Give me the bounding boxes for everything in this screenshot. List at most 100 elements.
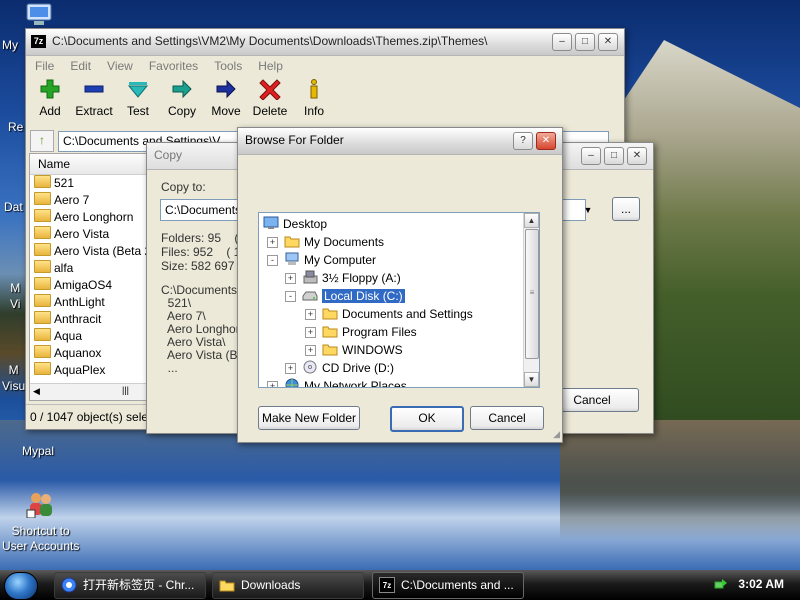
folder-icon xyxy=(34,345,51,358)
expand-toggle[interactable]: + xyxy=(285,273,296,284)
cd-icon xyxy=(302,360,318,374)
menu-favorites[interactable]: Favorites xyxy=(149,59,198,73)
taskbar-item-downloads[interactable]: Downloads xyxy=(212,572,364,599)
tree-item-desktop[interactable]: Desktop xyxy=(263,215,327,233)
scroll-thumb[interactable]: ≡ xyxy=(525,229,539,359)
collapse-toggle[interactable]: - xyxy=(267,255,278,266)
folder-icon xyxy=(219,577,235,593)
desktop-icon-label[interactable]: My xyxy=(2,38,18,52)
tree-item-documents-and-settings[interactable]: + Documents and Settings xyxy=(305,305,473,323)
expand-toggle[interactable]: + xyxy=(285,363,296,374)
copy-minimize-button[interactable]: – xyxy=(581,147,601,165)
main-titlebar[interactable]: 7z C:\Documents and Settings\VM2\My Docu… xyxy=(26,29,624,56)
expand-toggle[interactable]: + xyxy=(267,237,278,248)
list-item[interactable]: Aero Vista (Beta 2) xyxy=(30,243,155,260)
mypal-desktop-label[interactable]: Mypal xyxy=(22,444,54,458)
horizontal-scrollbar[interactable]: ◀ ||| xyxy=(30,383,146,400)
desktop-icon-label[interactable]: M Vi xyxy=(10,280,20,312)
copy-close-button[interactable]: ✕ xyxy=(627,147,647,165)
delete-x-icon xyxy=(250,78,290,104)
tree-item-local-disk-c[interactable]: - Local Disk (C:) xyxy=(285,287,406,305)
desktop-icon xyxy=(263,216,279,230)
browse-titlebar[interactable]: Browse For Folder ? ✕ xyxy=(238,128,562,155)
list-item[interactable]: Aero 7 xyxy=(30,192,148,209)
list-item[interactable]: AmigaOS4 xyxy=(30,277,148,294)
delete-button[interactable]: Delete xyxy=(250,78,290,118)
expand-toggle[interactable]: + xyxy=(267,381,278,387)
list-item[interactable]: 521 xyxy=(30,175,148,192)
minimize-button[interactable]: – xyxy=(552,33,572,51)
add-button[interactable]: Add xyxy=(30,78,70,118)
make-new-folder-button[interactable]: Make New Folder xyxy=(258,406,360,430)
desktop-icon-label[interactable]: Dat xyxy=(4,200,23,214)
extract-button[interactable]: Extract xyxy=(74,78,114,118)
list-item[interactable]: Anthracit xyxy=(30,311,148,328)
list-item[interactable]: AnthLight xyxy=(30,294,148,311)
tree-item-program-files[interactable]: + Program Files xyxy=(305,323,417,341)
list-item[interactable]: Aero Vista xyxy=(30,226,148,243)
menu-help[interactable]: Help xyxy=(258,59,283,73)
tree-item-my-documents[interactable]: + My Documents xyxy=(267,233,384,251)
copy-button[interactable]: Copy xyxy=(162,78,202,118)
computer-icon xyxy=(284,252,300,266)
tree-vertical-scrollbar[interactable]: ▲ ≡ ▼ xyxy=(523,213,539,387)
folder-icon xyxy=(34,277,51,290)
check-icon xyxy=(118,78,158,104)
list-item[interactable]: Aero Longhorn xyxy=(30,209,148,226)
list-item[interactable]: AquaPlex xyxy=(30,362,148,379)
taskbar-item-chrome[interactable]: 打开新标签页 - Chr... xyxy=(54,572,206,599)
test-button[interactable]: Test xyxy=(118,78,158,118)
desktop-icon-label[interactable]: M Visu xyxy=(2,362,25,394)
scroll-thumb[interactable]: ||| xyxy=(122,385,129,395)
user-accounts-icon[interactable] xyxy=(26,490,56,519)
expand-toggle[interactable]: + xyxy=(305,327,316,338)
tree-item-cd-drive[interactable]: + CD Drive (D:) xyxy=(285,359,394,377)
browse-cancel-button[interactable]: Cancel xyxy=(470,406,544,430)
scroll-left-arrow-icon[interactable]: ◀ xyxy=(33,386,40,397)
files-count: Files: 952 ( 19 xyxy=(161,245,248,259)
taskbar-item-label: C:\Documents and ... xyxy=(401,578,514,592)
ok-button[interactable]: OK xyxy=(390,406,464,432)
safely-remove-hardware-icon[interactable] xyxy=(714,577,728,591)
menu-view[interactable]: View xyxy=(107,59,133,73)
copy-dialog-title: Copy xyxy=(154,148,183,162)
menu-bar: File Edit View Favorites Tools Help xyxy=(26,56,624,76)
browse-close-button[interactable]: ✕ xyxy=(536,132,556,150)
copy-label: Copy xyxy=(167,104,196,118)
taskbar-item-7zip[interactable]: 7z C:\Documents and ... xyxy=(372,572,524,599)
expand-toggle[interactable]: + xyxy=(305,345,316,356)
help-button[interactable]: ? xyxy=(513,132,533,150)
list-item[interactable]: Aquanox xyxy=(30,345,148,362)
list-item[interactable]: Aqua xyxy=(30,328,148,345)
collapse-toggle[interactable]: - xyxy=(285,291,296,302)
menu-tools[interactable]: Tools xyxy=(214,59,242,73)
user-accounts-shortcut-label[interactable]: Shortcut to User Accounts xyxy=(2,524,79,554)
floppy-icon xyxy=(302,270,318,284)
desktop-icon-label[interactable]: Re xyxy=(8,120,23,134)
system-clock[interactable]: 3:02 AM xyxy=(738,577,784,591)
tree-item-my-computer[interactable]: - My Computer xyxy=(267,251,376,269)
browse-button[interactable]: ... xyxy=(612,197,640,221)
toolbar: Add Extract Test Copy Move Delete Info xyxy=(26,76,624,128)
info-button[interactable]: Info xyxy=(294,78,334,118)
expand-toggle[interactable]: + xyxy=(305,309,316,320)
menu-edit[interactable]: Edit xyxy=(70,59,91,73)
resize-grip-icon[interactable]: ◢ xyxy=(553,429,560,440)
my-computer-desktop-icon[interactable] xyxy=(24,3,54,27)
tree-item-floppy[interactable]: +3½ Floppy (A:) xyxy=(285,269,401,287)
move-button[interactable]: Move xyxy=(206,78,246,118)
tree-item-my-network-places[interactable]: + My Network Places xyxy=(267,377,407,387)
name-column-header[interactable]: Name xyxy=(30,154,148,175)
close-button[interactable]: ✕ xyxy=(598,33,618,51)
list-item[interactable]: alfa xyxy=(30,260,148,277)
copy-maximize-button[interactable]: □ xyxy=(604,147,624,165)
tree-item-windows[interactable]: + WINDOWS xyxy=(305,341,403,359)
menu-file[interactable]: File xyxy=(35,59,54,73)
move-label: Move xyxy=(211,104,241,118)
scroll-up-arrow-icon[interactable]: ▲ xyxy=(524,213,539,228)
scroll-down-arrow-icon[interactable]: ▼ xyxy=(524,372,539,387)
dropdown-arrow-icon[interactable]: ▼ xyxy=(579,200,597,220)
start-button[interactable] xyxy=(4,572,38,600)
maximize-button[interactable]: □ xyxy=(575,33,595,51)
up-folder-button[interactable]: ↑ xyxy=(30,130,54,152)
